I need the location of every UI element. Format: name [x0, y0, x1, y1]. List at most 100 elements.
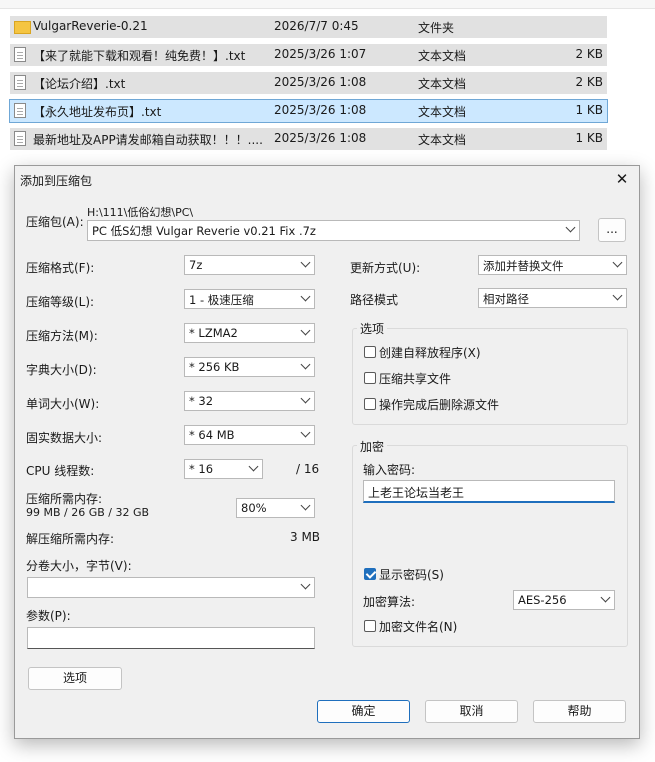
chevron-down-icon [612, 257, 623, 268]
file-type: 文件夹 [418, 21, 455, 35]
delete-after-label: 操作完成后删除源文件 [379, 398, 500, 412]
cpu-total: / 16 [296, 462, 320, 476]
sfx-label: 创建自释放程序(X) [379, 346, 481, 360]
file-date: 2025/3/26 1:08 [274, 75, 367, 89]
show-password-label: 显示密码(S) [379, 568, 444, 582]
update-value: 添加并替换文件 [483, 259, 564, 273]
chevron-down-icon [300, 359, 311, 370]
chevron-down-icon [248, 461, 259, 472]
level-value: 1 - 极速压缩 [189, 293, 254, 307]
split-combobox[interactable] [27, 577, 315, 598]
method-select[interactable]: * LZMA2 [184, 323, 315, 343]
dict-select[interactable]: * 256 KB [184, 357, 315, 377]
file-date: 2026/7/7 0:45 [274, 19, 359, 33]
chevron-down-icon [300, 291, 311, 302]
shared-files-checkbox[interactable] [364, 372, 376, 384]
archive-name-combobox[interactable]: PC 低S幻想 Vulgar Reverie v0.21 Fix .7z [87, 220, 580, 241]
file-type: 文本文档 [418, 105, 467, 119]
file-size: 1 KB [575, 103, 603, 117]
chevron-down-icon [300, 257, 311, 268]
text-file-icon [14, 103, 26, 118]
solid-label: 固实数据大小: [26, 431, 103, 445]
format-select[interactable]: 7z [184, 255, 315, 275]
file-size: 2 KB [575, 75, 603, 89]
mem-value: 99 MB / 26 GB / 32 GB [26, 506, 150, 519]
method-label: 压缩方法(M): [26, 329, 98, 343]
file-name: 【永久地址发布页】.txt [33, 105, 162, 119]
file-size: 2 KB [575, 47, 603, 61]
encrypt-method-select[interactable]: AES-256 [513, 590, 615, 610]
file-type: 文本文档 [418, 49, 467, 63]
file-date: 2025/3/26 1:08 [274, 131, 367, 145]
file-list-header [0, 0, 655, 9]
chevron-down-icon [600, 592, 611, 603]
cancel-button[interactable]: 取消 [425, 700, 518, 723]
path-select[interactable]: 相对路径 [478, 288, 627, 308]
cpu-value: * 16 [189, 462, 214, 476]
sfx-checkbox[interactable] [364, 346, 376, 358]
level-label: 压缩等级(L): [26, 295, 95, 309]
encrypt-names-checkbox[interactable] [364, 620, 376, 632]
file-type: 文本文档 [418, 133, 467, 147]
file-name: 【来了就能下载和观看！纯免费！】.txt [33, 49, 246, 63]
chevron-down-icon [300, 579, 311, 590]
solid-select[interactable]: * 64 MB [184, 425, 315, 445]
update-select[interactable]: 添加并替换文件 [478, 255, 627, 275]
mem-label: 压缩所需内存: [26, 492, 103, 506]
list-item[interactable]: VulgarReverie-0.21 2026/7/7 0:45 文件夹 [10, 16, 607, 38]
path-label: 路径模式 [350, 293, 399, 307]
dict-value: * 256 KB [189, 360, 240, 374]
file-name: 最新地址及APP请发邮箱自动获取！！！.... [33, 133, 263, 147]
level-select[interactable]: 1 - 极速压缩 [184, 289, 315, 309]
chevron-down-icon [612, 290, 623, 301]
decomp-label: 解压缩所需内存: [26, 532, 115, 546]
params-input[interactable] [27, 627, 315, 649]
encrypt-group-title: 加密 [357, 438, 388, 455]
password-input[interactable]: 上老王论坛当老王 [363, 480, 615, 503]
options-group-title: 选项 [357, 320, 388, 337]
folder-icon [14, 21, 31, 34]
list-item-selected[interactable]: 【永久地址发布页】.txt 2025/3/26 1:08 文本文档 1 KB [9, 99, 608, 123]
archive-name-value: PC 低S幻想 Vulgar Reverie v0.21 Fix .7z [92, 224, 316, 238]
file-name: 【论坛介绍】.txt [33, 77, 126, 91]
params-label: 参数(P): [26, 609, 71, 623]
chevron-down-icon [300, 325, 311, 336]
decomp-value: 3 MB [290, 530, 321, 544]
file-size: 1 KB [575, 131, 603, 145]
update-label: 更新方式(U): [350, 261, 421, 275]
mem-percent-select[interactable]: 80% [236, 498, 315, 518]
encrypt-method-label: 加密算法: [363, 595, 416, 609]
help-button[interactable]: 帮助 [533, 700, 626, 723]
word-label: 单词大小(W): [26, 397, 100, 411]
cpu-label: CPU 线程数: [26, 464, 95, 478]
encrypt-method-value: AES-256 [518, 593, 567, 607]
format-label: 压缩格式(F): [26, 261, 95, 275]
encrypt-names-label: 加密文件名(N) [379, 620, 458, 634]
cpu-select[interactable]: * 16 [184, 459, 263, 479]
options-button[interactable]: 选项 [28, 667, 122, 690]
path-value: 相对路径 [483, 292, 529, 306]
text-file-icon [14, 75, 26, 90]
word-value: * 32 [189, 394, 214, 408]
list-item[interactable]: 【来了就能下载和观看！纯免费！】.txt 2025/3/26 1:07 文本文档… [10, 44, 607, 66]
list-item[interactable]: 【论坛介绍】.txt 2025/3/26 1:08 文本文档 2 KB [10, 72, 607, 94]
archive-path: H:\111\低俗幻想\PC\ [87, 206, 194, 219]
file-date: 2025/3/26 1:08 [274, 103, 367, 117]
list-item[interactable]: 最新地址及APP请发邮箱自动获取！！！.... 2025/3/26 1:08 文… [10, 128, 607, 150]
close-icon[interactable]: ✕ [611, 169, 633, 189]
chevron-down-icon [300, 500, 311, 511]
dialog-title: 添加到压缩包 [20, 174, 93, 188]
chevron-down-icon [300, 427, 311, 438]
delete-after-checkbox[interactable] [364, 398, 376, 410]
text-file-icon [14, 131, 26, 146]
chevron-down-icon [300, 393, 311, 404]
method-value: * LZMA2 [189, 326, 238, 340]
show-password-checkbox[interactable] [364, 568, 376, 580]
ok-button[interactable]: 确定 [317, 700, 410, 723]
mem-percent-value: 80% [241, 501, 267, 515]
word-select[interactable]: * 32 [184, 391, 315, 411]
browse-button[interactable]: ... [598, 218, 626, 242]
split-label: 分卷大小，字节(V): [26, 559, 132, 573]
archive-label: 压缩包(A): [26, 215, 84, 229]
file-date: 2025/3/26 1:07 [274, 47, 367, 61]
